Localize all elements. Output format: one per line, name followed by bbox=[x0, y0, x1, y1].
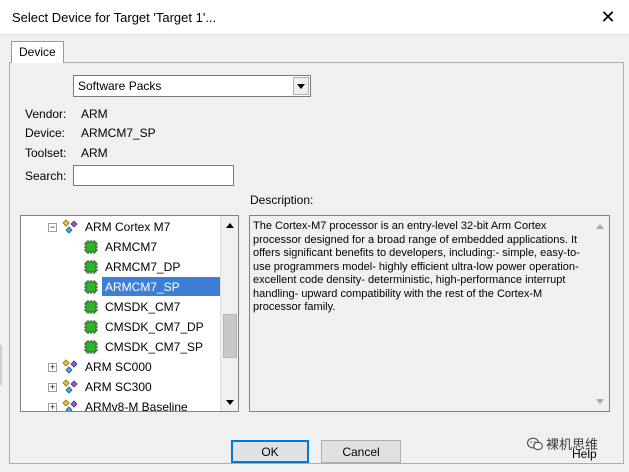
tab-device[interactable]: Device bbox=[11, 41, 64, 63]
tree-item-label: CMSDK_CM7_DP bbox=[105, 320, 204, 334]
watermark-text: 裸机思维 bbox=[546, 437, 599, 452]
device-family-icon bbox=[62, 379, 80, 398]
source-select[interactable]: Software Packs bbox=[73, 75, 311, 97]
device-value: ARMCM7_SP bbox=[81, 126, 156, 140]
tree-item-label: ARM Cortex M7 bbox=[85, 220, 171, 234]
tree-item-label: CMSDK_CM7_SP bbox=[105, 340, 204, 354]
tree-item-label: ARMCM7 bbox=[105, 240, 158, 254]
arrow-down-icon bbox=[596, 398, 604, 404]
vendor-label: Vendor: bbox=[25, 107, 67, 121]
watermark: 裸机思维 bbox=[527, 434, 598, 453]
arrow-down-icon bbox=[226, 399, 234, 405]
chip-icon bbox=[84, 300, 98, 317]
tree-scrollbar[interactable] bbox=[220, 216, 238, 411]
toolset-value: ARM bbox=[81, 146, 108, 160]
description-scrollbar[interactable] bbox=[591, 216, 609, 411]
device-family-icon bbox=[62, 359, 80, 378]
tree-item-label: ARMCM7_DP bbox=[105, 260, 181, 274]
arrow-up-icon bbox=[596, 223, 604, 229]
tree-family-item[interactable]: + ARM SC000 bbox=[21, 357, 220, 377]
scroll-down-button[interactable] bbox=[222, 394, 238, 410]
description-box: The Cortex-M7 processor is an entry-leve… bbox=[249, 215, 610, 412]
chip-icon bbox=[84, 340, 98, 357]
wechat-icon bbox=[527, 437, 543, 450]
chevron-down-icon bbox=[297, 83, 305, 89]
expand-icon[interactable]: + bbox=[48, 363, 57, 372]
title-bar: Select Device for Target 'Target 1'... ✕ bbox=[0, 0, 629, 34]
device-label: Device: bbox=[25, 126, 66, 140]
expand-icon[interactable]: + bbox=[48, 403, 57, 411]
chip-icon bbox=[84, 240, 98, 257]
vendor-value: ARM bbox=[81, 107, 108, 121]
source-select-value: Software Packs bbox=[78, 79, 162, 93]
description-text: The Cortex-M7 processor is an entry-leve… bbox=[253, 220, 580, 313]
tree-item-label: ARMCM7_SP bbox=[105, 280, 180, 294]
tree-device-item[interactable]: ARMCM7_DP bbox=[21, 257, 220, 277]
tree-item-label: ARM SC300 bbox=[85, 380, 152, 394]
selection-highlight: ARMCM7_SP bbox=[102, 277, 221, 296]
dropdown-button[interactable] bbox=[293, 77, 309, 95]
tree-family-item[interactable]: + ARMv8-M Baseline bbox=[21, 397, 220, 412]
description-label: Description: bbox=[250, 193, 314, 207]
background-window-edge bbox=[0, 345, 2, 385]
tree-family-item[interactable]: + ARM SC300 bbox=[21, 377, 220, 397]
scroll-thumb[interactable] bbox=[223, 314, 237, 358]
tree-device-item[interactable]: CMSDK_CM7_DP bbox=[21, 317, 220, 337]
tree-device-item[interactable]: ARMCM7 bbox=[21, 237, 220, 257]
device-tree[interactable]: − ARM Cortex M7 ARMCM7 ARMCM7_DP ARMCM7_SP CM… bbox=[20, 215, 239, 412]
window-title: Select Device for Target 'Target 1'... bbox=[12, 10, 217, 25]
tree-item-label: ARM SC000 bbox=[85, 360, 152, 374]
search-label: Search: bbox=[25, 169, 67, 183]
dialog-client: Device Software Packs Vendor: ARM Device… bbox=[0, 34, 629, 472]
close-icon[interactable]: ✕ bbox=[595, 4, 621, 30]
toolset-label: Toolset: bbox=[25, 146, 67, 160]
chip-icon bbox=[84, 280, 98, 297]
tree-family-item[interactable]: − ARM Cortex M7 bbox=[21, 217, 220, 237]
scroll-up-button[interactable] bbox=[222, 217, 238, 233]
chip-icon bbox=[84, 320, 98, 337]
chip-icon bbox=[84, 260, 98, 277]
tree-item-label: ARMv8-M Baseline bbox=[85, 400, 188, 412]
search-input[interactable] bbox=[73, 165, 234, 186]
desc-scroll-down-button[interactable] bbox=[592, 393, 608, 409]
ok-button[interactable]: OK bbox=[231, 440, 309, 463]
device-family-icon bbox=[62, 399, 80, 411]
device-family-icon bbox=[62, 219, 80, 238]
cancel-button[interactable]: Cancel bbox=[321, 440, 401, 463]
tree-item-label: CMSDK_CM7 bbox=[105, 300, 181, 314]
arrow-up-icon bbox=[226, 222, 234, 228]
desc-scroll-up-button[interactable] bbox=[592, 218, 608, 234]
tree-device-item[interactable]: CMSDK_CM7_SP bbox=[21, 337, 220, 357]
expand-icon[interactable]: + bbox=[48, 383, 57, 392]
collapse-icon[interactable]: − bbox=[48, 223, 57, 232]
tree-device-item[interactable]: ARMCM7_SP bbox=[21, 277, 221, 297]
tree-device-item[interactable]: CMSDK_CM7 bbox=[21, 297, 220, 317]
